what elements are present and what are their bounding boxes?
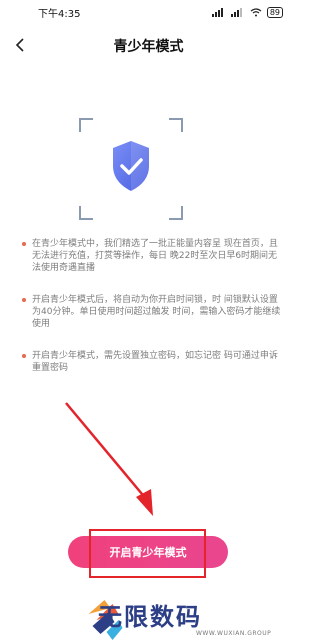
annotation-highlight-box: [89, 529, 206, 578]
watermark-title: 无限数码: [98, 603, 202, 631]
watermark-url: WWW.WUXIAN.GROUP: [196, 630, 272, 637]
